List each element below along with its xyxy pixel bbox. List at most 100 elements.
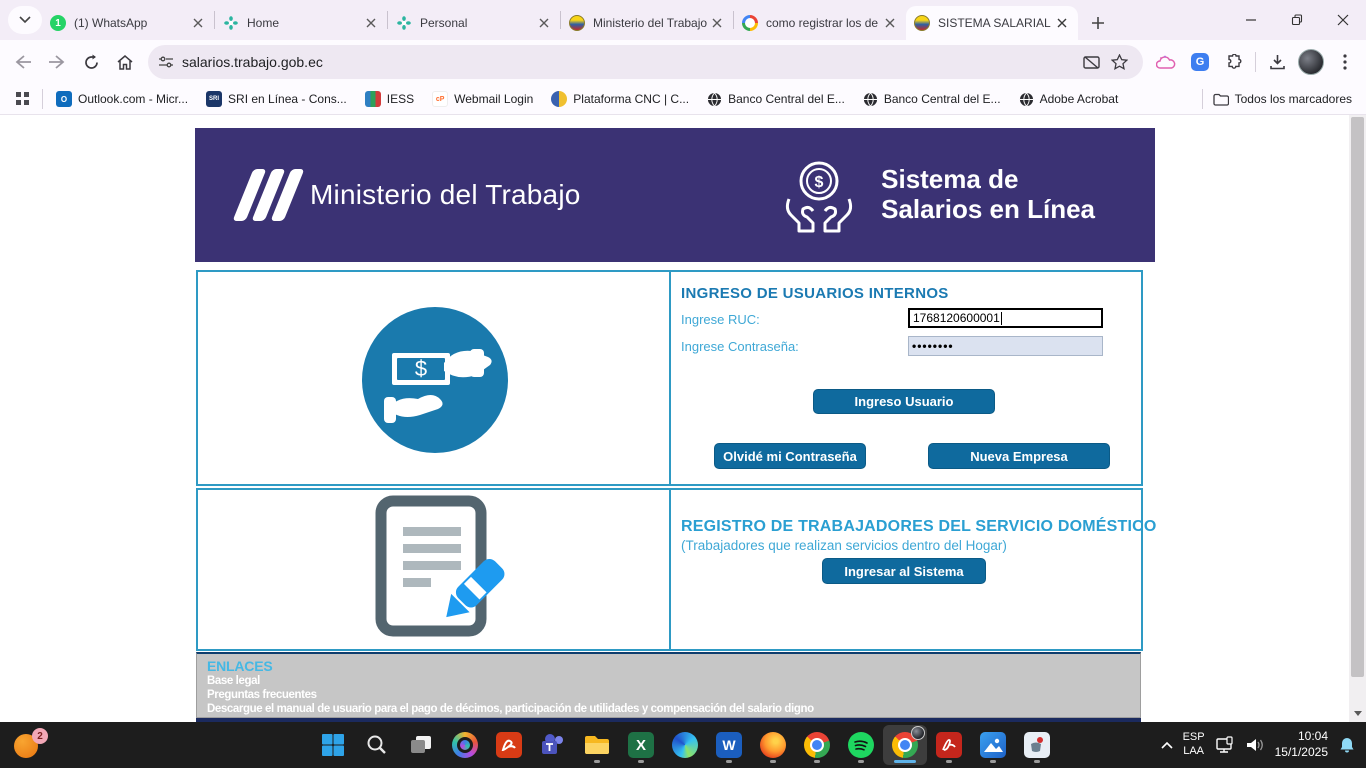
bookmark-adobe-acrobat[interactable]: Adobe Acrobat [1010,87,1128,111]
close-icon[interactable] [363,15,379,31]
tab-whatsapp[interactable]: 1 (1) WhatsApp [42,6,214,40]
picture-in-picture-icon[interactable] [1077,48,1105,76]
bookmark-cnc[interactable]: Plataforma CNC | C... [542,87,698,111]
extensions-puzzle-icon[interactable] [1217,45,1251,79]
search-button[interactable] [355,725,399,765]
tab-personal[interactable]: Personal [388,6,560,40]
browser-tab-strip: 1 (1) WhatsApp Home Personal Ministerio … [0,0,1366,40]
photos-icon[interactable] [971,725,1015,765]
taskbar: 2 X [0,722,1366,768]
chrome-icon[interactable] [795,725,839,765]
links-title: ENLACES [207,658,1130,674]
close-icon[interactable] [882,15,898,31]
password-input[interactable]: •••••••• [908,336,1103,356]
link-manual-usuario[interactable]: Descargue el manual de usuario para el p… [207,702,1130,716]
taskbar-apps: X W [311,725,1059,765]
close-icon[interactable] [1054,15,1070,31]
tab-sistema-salarial-active[interactable]: SISTEMA SALARIAL M [906,6,1078,40]
word-icon[interactable]: W [707,725,751,765]
acrobat-icon[interactable] [927,725,971,765]
new-tab-button[interactable] [1084,9,1112,37]
language-indicator[interactable]: ESP LAA [1183,731,1205,759]
start-button[interactable] [311,725,355,765]
site-settings-icon[interactable] [158,55,174,69]
tab-google-search[interactable]: como registrar los de [734,6,906,40]
teams-icon[interactable] [531,725,575,765]
close-icon[interactable] [709,15,725,31]
scrollbar-thumb[interactable] [1351,117,1364,677]
new-company-button[interactable]: Nueva Empresa [928,443,1110,469]
profile-avatar[interactable] [1294,45,1328,79]
edge-icon[interactable] [663,725,707,765]
tab-home[interactable]: Home [215,6,387,40]
bookmark-label: IESS [387,92,414,106]
menu-kebab-icon[interactable] [1328,45,1362,79]
chrome-active-window-icon[interactable] [883,725,927,765]
ai-cloud-extension-icon[interactable] [1149,45,1183,79]
globe-icon [863,92,878,107]
clock[interactable]: 10:04 15/1/2025 [1275,729,1328,760]
back-button[interactable] [6,45,40,79]
hands-coin-icon: $ [775,151,863,239]
all-bookmarks[interactable]: Todos los marcadores [1198,89,1366,109]
toolbar-extensions-area: G [1149,45,1366,79]
domestic-panel: REGISTRO DE TRABAJADORES DEL SERVICIO DO… [196,488,1143,651]
close-icon[interactable] [536,15,552,31]
document-pencil-icon [363,495,513,648]
svg-text:$: $ [415,356,427,381]
volume-icon[interactable] [1245,737,1265,753]
firefox-icon[interactable] [751,725,795,765]
tab-ministerio[interactable]: Ministerio del Trabajo [561,6,733,40]
bookmark-iess[interactable]: IESS [356,87,423,111]
file-explorer-icon[interactable] [575,725,619,765]
password-label: Ingrese Contraseña: [681,339,799,354]
enter-system-button[interactable]: Ingresar al Sistema [822,558,986,584]
bookmark-webmail[interactable]: cP Webmail Login [423,87,542,111]
bookmark-sri[interactable]: SRI SRI en Línea - Cons... [197,87,356,111]
toolbar-divider [1255,52,1256,72]
bookmark-label: Adobe Acrobat [1040,92,1119,106]
bookmark-banco-central-2[interactable]: Banco Central del E... [854,87,1010,111]
restore-button[interactable] [1274,0,1320,40]
spotify-icon[interactable] [839,725,883,765]
bookmark-star-icon[interactable] [1105,48,1133,76]
minimize-button[interactable] [1228,0,1274,40]
domestic-subtitle: (Trabajadores que realizan servicios den… [681,538,1007,553]
tab-label: Personal [420,16,536,30]
apps-grid-icon[interactable] [8,87,38,111]
home-button[interactable] [108,45,142,79]
tab-search-button[interactable] [8,6,42,34]
reload-button[interactable] [74,45,108,79]
pdf-xchange-icon[interactable] [487,725,531,765]
tray-chevron-up-icon[interactable] [1161,741,1173,749]
all-bookmarks-label: Todos los marcadores [1235,92,1352,106]
page-scrollbar[interactable] [1349,115,1366,722]
taskbar-notification-widget[interactable]: 2 [14,730,48,760]
address-bar[interactable]: salarios.trabajo.gob.ec [148,45,1143,79]
ruc-input[interactable]: 1768120600001 [908,308,1103,328]
java-app-icon[interactable] [1015,725,1059,765]
login-button[interactable]: Ingreso Usuario [813,389,995,414]
translate-icon[interactable]: G [1183,45,1217,79]
excel-icon[interactable]: X [619,725,663,765]
downloads-icon[interactable] [1260,45,1294,79]
scrollbar-down-arrow[interactable] [1349,706,1366,720]
copilot-icon[interactable] [443,725,487,765]
tab-label: como registrar los de [766,16,882,30]
iess-icon [365,91,381,107]
bookmark-banco-central-1[interactable]: Banco Central del E... [698,87,854,111]
close-window-button[interactable] [1320,0,1366,40]
notification-bell-icon[interactable] [1338,736,1356,754]
bookmark-outlook[interactable]: O Outlook.com - Micr... [47,87,197,111]
login-form: INGRESO DE USUARIOS INTERNOS Ingrese RUC… [671,272,1141,484]
url-text[interactable]: salarios.trabajo.gob.ec [182,54,1077,70]
link-base-legal[interactable]: Base legal [207,674,1130,688]
close-icon[interactable] [190,15,206,31]
network-icon[interactable] [1215,736,1235,754]
forward-button[interactable] [40,45,74,79]
task-view-button[interactable] [399,725,443,765]
browser-toolbar: salarios.trabajo.gob.ec G [0,40,1366,84]
forgot-password-button[interactable]: Olvidé mi Contraseña [714,443,866,469]
tab-label: SISTEMA SALARIAL M [938,16,1054,30]
link-preguntas-frecuentes[interactable]: Preguntas frecuentes [207,688,1130,702]
